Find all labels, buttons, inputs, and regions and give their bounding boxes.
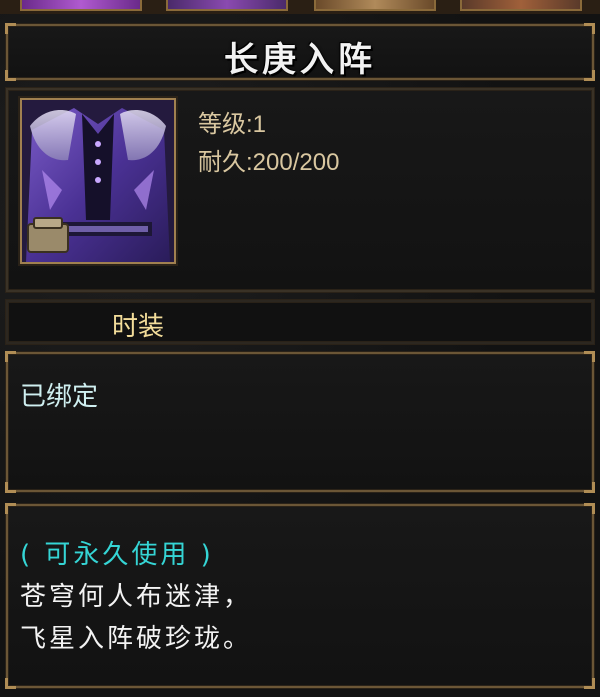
info-panel: 等级:1 耐久:200/200 <box>6 88 594 292</box>
top-slot-bar <box>0 0 600 14</box>
corner-ornament <box>5 678 16 689</box>
corner-ornament <box>584 351 595 362</box>
slot-2[interactable] <box>166 0 288 11</box>
item-type: 时装 <box>112 312 165 342</box>
corner-ornament <box>584 482 595 493</box>
corner-ornament <box>584 503 595 514</box>
level-stat: 等级:1 <box>198 111 267 138</box>
type-panel: 时装 <box>6 300 594 344</box>
corner-ornament <box>5 351 16 362</box>
flavor-line-1: 苍穹何人布迷津， <box>20 582 253 612</box>
corner-ornament <box>584 678 595 689</box>
item-tooltip: 长庚入阵 等级:1 耐久:200/200 时装 已绑定 (可永久使用) 苍穹… <box>0 0 600 697</box>
slot-4[interactable] <box>460 0 582 11</box>
durability-stat: 耐久:200/200 <box>198 149 340 176</box>
slot-1[interactable] <box>20 0 142 11</box>
corner-ornament <box>5 503 16 514</box>
bind-panel: 已绑定 <box>5 351 595 493</box>
slot-3[interactable] <box>314 0 436 11</box>
purple-costume-icon <box>20 98 176 264</box>
item-name: 长庚入阵 <box>224 40 376 80</box>
usage-text: ( 可永久使用 ) <box>20 540 214 570</box>
bind-status: 已绑定 <box>20 382 99 412</box>
description-panel: ( 可永久使用 ) 苍穹何人布迷津， 飞星入阵破珍珑。 <box>5 503 595 689</box>
corner-ornament <box>5 482 16 493</box>
flavor-line-2: 飞星入阵破珍珑。 <box>20 624 253 654</box>
title-panel: 长庚入阵 <box>5 23 595 81</box>
